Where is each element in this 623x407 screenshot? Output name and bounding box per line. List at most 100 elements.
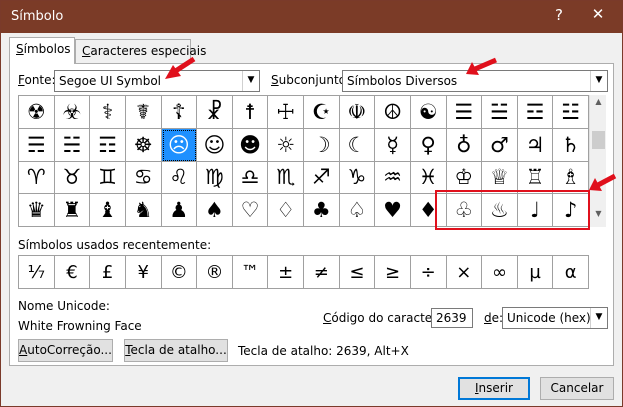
recent-symbol-cell[interactable]: ÷	[410, 256, 447, 289]
chevron-down-icon[interactable]: ▼	[590, 71, 607, 91]
recent-symbol-cell[interactable]: ≤	[339, 256, 376, 289]
char-code-input[interactable]: 2639	[431, 308, 473, 328]
recent-symbol-cell[interactable]: ®	[197, 256, 233, 289]
recent-symbol-cell[interactable]: ™	[232, 256, 269, 289]
chevron-down-icon[interactable]: ▼	[590, 308, 607, 328]
symbol-cell[interactable]: ♦	[410, 194, 447, 227]
symbol-cell[interactable]: ♞	[125, 194, 162, 227]
autocorrect-button[interactable]: AutoCorreção...	[18, 339, 113, 362]
symbol-cell[interactable]: ♋	[125, 161, 162, 195]
recent-symbol-cell[interactable]: ©	[161, 256, 198, 289]
symbol-cell[interactable]: ♡	[232, 194, 269, 227]
recent-symbol-cell[interactable]: ±	[268, 256, 304, 289]
symbol-cell[interactable]: ♌	[161, 161, 198, 195]
symbol-cell[interactable]: ☧	[197, 96, 233, 129]
insert-button[interactable]: Inserir	[458, 377, 530, 400]
symbol-cell[interactable]: ♣	[304, 194, 340, 227]
symbol-cell[interactable]: ☤	[125, 96, 162, 129]
recent-symbol-cell[interactable]: µ	[517, 256, 554, 289]
from-select[interactable]: Unicode (hex) ▼	[502, 307, 608, 329]
symbol-cell[interactable]: ♑	[339, 161, 376, 195]
scroll-up-icon[interactable]: ▲	[590, 97, 607, 113]
recent-symbol-cell[interactable]: €	[54, 256, 91, 289]
tab-symbols[interactable]: Símbolos	[9, 37, 75, 64]
symbol-cell[interactable]: ⚕	[90, 96, 126, 129]
symbol-cell[interactable]: ♁	[446, 128, 483, 162]
symbol-cell[interactable]: ☳	[553, 96, 589, 129]
symbol-cell[interactable]: ♎	[232, 161, 269, 195]
symbol-cell[interactable]: ♀	[410, 128, 447, 162]
symbol-cell[interactable]: ☢	[19, 96, 55, 129]
recent-symbol-cell[interactable]: ⅐	[19, 256, 55, 289]
cancel-button[interactable]: Cancelar	[540, 377, 614, 400]
symbol-cell[interactable]: ☹	[161, 128, 198, 162]
symbol-cell[interactable]: ☦	[161, 96, 198, 129]
symbol-cell[interactable]: ☽	[304, 128, 340, 162]
symbol-cell[interactable]: ☣	[54, 96, 91, 129]
symbol-cell[interactable]: ☯	[410, 96, 447, 129]
symbol-cell[interactable]: ☪	[304, 96, 340, 129]
symbol-cell[interactable]: ♊	[90, 161, 126, 195]
recent-symbol-cell[interactable]: ≠	[304, 256, 340, 289]
symbol-cell[interactable]: ♉	[54, 161, 91, 195]
symbol-cell[interactable]: ☰	[446, 96, 483, 129]
shortcut-key-button[interactable]: Tecla de atalho...	[124, 339, 228, 362]
symbol-cell[interactable]: ♥	[375, 194, 411, 227]
symbol-cell[interactable]: ♃	[517, 128, 554, 162]
symbol-cell[interactable]: ☨	[232, 96, 269, 129]
symbol-cell[interactable]: ♄	[553, 128, 589, 162]
symbol-cell[interactable]: ♢	[268, 194, 304, 227]
close-button[interactable]: ✕	[583, 5, 613, 27]
symbol-cell[interactable]: ☸	[125, 128, 162, 162]
symbol-cell[interactable]: ♪	[553, 194, 589, 227]
recent-symbol-cell[interactable]: ¥	[125, 256, 162, 289]
font-select[interactable]: Segoe UI Symbol ▼	[54, 70, 260, 92]
symbol-cell[interactable]: ☩	[268, 96, 304, 129]
symbol-cell[interactable]: ♐	[304, 161, 340, 195]
symbol-cell[interactable]: ☲	[517, 96, 554, 129]
symbol-cell[interactable]: ♈	[19, 161, 55, 195]
symbol-cell[interactable]: ♒	[375, 161, 411, 195]
scrollbar-thumb[interactable]	[592, 131, 605, 149]
scroll-down-icon[interactable]: ▼	[590, 209, 607, 225]
symbol-cell[interactable]: ♓	[410, 161, 447, 195]
symbol-cell[interactable]: ☴	[19, 128, 55, 162]
symbol-cell[interactable]: ☮	[375, 96, 411, 129]
symbol-cell[interactable]: ♕	[482, 161, 518, 195]
symbol-cell[interactable]: ♨	[482, 194, 518, 227]
symbol-cell[interactable]: ♗	[553, 161, 589, 195]
symbol-cell[interactable]: ♩	[517, 194, 554, 227]
from-select-value: Unicode (hex)	[507, 311, 591, 325]
help-button[interactable]: ?	[549, 6, 569, 26]
symbol-cell[interactable]: ☫	[339, 96, 376, 129]
recent-symbol-cell[interactable]: α	[553, 256, 589, 289]
symbol-cell[interactable]: ♝	[90, 194, 126, 227]
recent-symbol-cell[interactable]: ∞	[482, 256, 518, 289]
symbol-cell[interactable]: ☼	[268, 128, 304, 162]
symbol-cell[interactable]: ☱	[482, 96, 518, 129]
symbol-cell[interactable]: ♟	[161, 194, 198, 227]
symbol-cell[interactable]: ♖	[517, 161, 554, 195]
symbol-cell[interactable]: ♤	[339, 194, 376, 227]
chevron-down-icon[interactable]: ▼	[242, 71, 259, 91]
symbol-cell[interactable]: ♂	[482, 128, 518, 162]
recent-symbol-cell[interactable]: ≥	[375, 256, 411, 289]
symbol-cell[interactable]: ♛	[19, 194, 55, 227]
symbol-cell[interactable]: ☻	[232, 128, 269, 162]
tab-special-characters[interactable]: Caracteres especiais	[75, 39, 206, 63]
symbol-cell[interactable]: ♧	[446, 194, 483, 227]
subset-select[interactable]: Símbolos Diversos ▼	[342, 70, 608, 92]
symbol-cell[interactable]: ♍	[197, 161, 233, 195]
symbol-cell[interactable]: ☺	[197, 128, 233, 162]
recent-symbol-cell[interactable]: ×	[446, 256, 483, 289]
symbol-cell[interactable]: ♠	[197, 194, 233, 227]
symbol-cell[interactable]: ♔	[446, 161, 483, 195]
recent-symbol-cell[interactable]: £	[90, 256, 126, 289]
symbol-cell[interactable]: ☿	[375, 128, 411, 162]
symbol-cell[interactable]: ☾	[339, 128, 376, 162]
symbol-grid-scrollbar[interactable]: ▲ ▼	[589, 95, 606, 227]
symbol-cell[interactable]: ☵	[54, 128, 91, 162]
symbol-cell[interactable]: ♏	[268, 161, 304, 195]
symbol-cell[interactable]: ☶	[90, 128, 126, 162]
symbol-cell[interactable]: ♜	[54, 194, 91, 227]
